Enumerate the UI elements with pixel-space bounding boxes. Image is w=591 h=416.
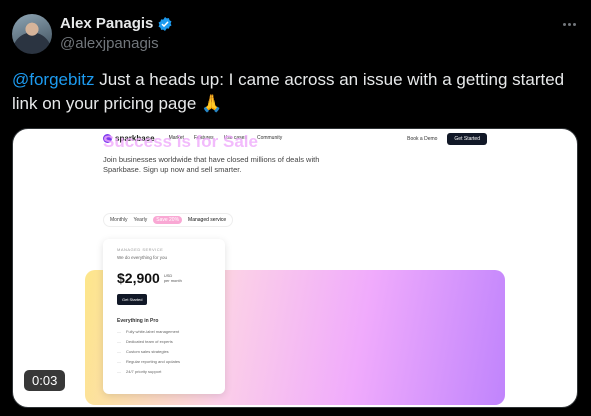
feature-item: — Dedicated team of experts (117, 339, 173, 344)
pray-emoji: 🙏 (201, 94, 223, 113)
hero-title: Success is for Sale (103, 132, 258, 151)
plan-label: MANAGED SERVICE (117, 247, 164, 252)
billing-toggle: Monthly Yearly Save 20% Managed service (103, 213, 234, 227)
price-row: $2,900 USD per month (117, 270, 211, 286)
feature-item: — Custom sales strategies (117, 349, 169, 354)
name-line: Alex Panagis (60, 15, 173, 32)
tweet-text: @forgebitz Just a heads up: I came acros… (12, 68, 582, 116)
feature-item: — Regular reporting and updates (117, 359, 181, 364)
get-started-nav-button: Get Started (447, 133, 487, 145)
display-name[interactable]: Alex Panagis (60, 15, 153, 32)
tweet-header: Alex Panagis @alexjpanagis (12, 12, 579, 56)
avatar[interactable] (12, 14, 52, 54)
tweet-body: Just a heads up: I came across an issue … (12, 70, 565, 113)
price-unit: USD per month (163, 273, 182, 283)
video-timer: 0:03 (24, 370, 66, 391)
site-nav: sparkbase Market Features Use cases Comm… (13, 129, 577, 147)
price: $2,900 (117, 270, 160, 286)
handle[interactable]: @alexjpanagis (60, 35, 159, 52)
mention-link[interactable]: @forgebitz (12, 70, 94, 89)
book-demo-link: Book a Demo (407, 136, 438, 142)
nav-right: Book a Demo Get Started (407, 133, 487, 145)
feature-item: —24/7 priority support (117, 369, 162, 374)
discount-badge: Save 20% (153, 216, 183, 224)
tab-yearly: Yearly (133, 217, 148, 223)
nav-link: Community (256, 135, 283, 141)
tab-monthly: Monthly (110, 217, 128, 223)
video-media[interactable]: sparkbase Market Features Use cases Comm… (12, 128, 578, 408)
plan-tagline: We do everything for you (117, 255, 167, 260)
feature-item: — Fully white-label management (117, 329, 180, 334)
features-title: Everything in Pro (117, 318, 159, 324)
tab-managed: Managed service (188, 217, 227, 223)
plan-get-started-button: Get Started (117, 294, 148, 305)
more-options-icon[interactable] (559, 16, 579, 32)
verified-badge-icon (158, 16, 172, 31)
plan-card: MANAGED SERVICE We do everything for you… (103, 239, 225, 394)
hero-subtitle: Join businesses worldwide that have clos… (103, 155, 320, 174)
